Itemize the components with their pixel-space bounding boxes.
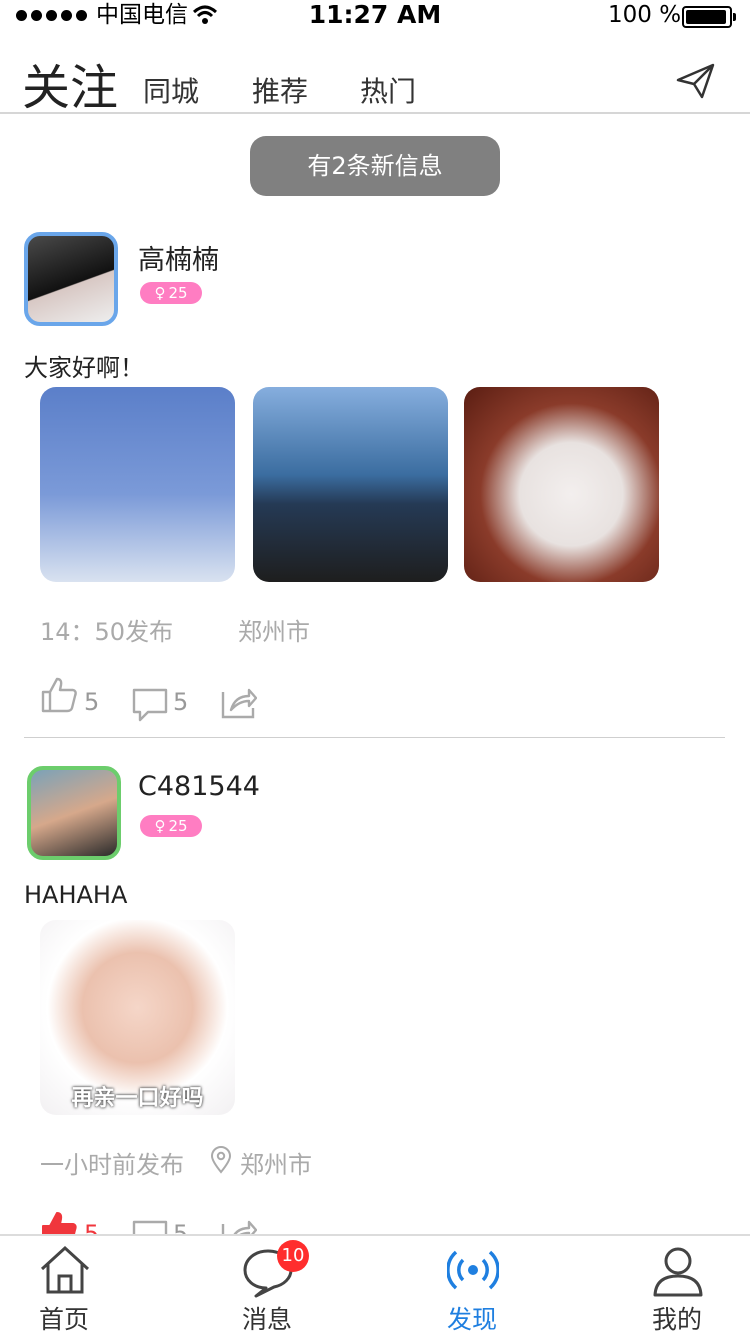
post-location: 郑州市 <box>238 618 310 646</box>
post-time: 14：50发布 <box>40 618 174 646</box>
send-icon[interactable] <box>676 62 716 100</box>
battery-percent: 100 % <box>608 2 682 28</box>
user-icon <box>653 1247 703 1297</box>
post-username[interactable]: 高楠楠 <box>138 238 219 277</box>
nav-profile[interactable]: 我的 <box>607 1236 747 1336</box>
comment-count: 5 <box>173 688 189 716</box>
female-icon: ♀ <box>154 284 166 302</box>
badge-age: 25 <box>168 284 188 302</box>
tab-popular[interactable]: 热门 <box>360 70 416 110</box>
tab-recommended[interactable]: 推荐 <box>252 70 308 110</box>
nav-discover[interactable]: 发现 <box>402 1236 542 1336</box>
comment-icon[interactable] <box>132 688 168 722</box>
location-pin-icon <box>210 1146 232 1174</box>
nav-messages[interactable]: 10 消息 <box>197 1236 337 1336</box>
broadcast-icon <box>447 1250 499 1290</box>
nav-home[interactable]: 首页 <box>0 1236 134 1336</box>
post-photo[interactable] <box>464 387 659 582</box>
post-username[interactable]: C481544 <box>138 771 260 802</box>
nav-discover-label: 发现 <box>446 1305 497 1334</box>
status-bar: 中国电信 11:27 AM 100 % <box>0 0 750 30</box>
header-divider <box>0 112 750 114</box>
gender-age-badge: ♀ 25 <box>140 282 202 304</box>
home-icon <box>40 1245 90 1294</box>
like-icon[interactable] <box>40 676 78 714</box>
post-content: 大家好啊！ <box>24 354 144 382</box>
post-time: 一小时前发布 <box>40 1151 184 1179</box>
avatar[interactable] <box>24 232 118 326</box>
unread-badge: 10 <box>277 1240 309 1272</box>
gender-age-badge: ♀ 25 <box>140 815 202 837</box>
post-photo[interactable] <box>253 387 448 582</box>
post-divider <box>24 737 725 738</box>
post-photo[interactable] <box>40 387 235 582</box>
badge-age: 25 <box>168 817 188 835</box>
like-count: 5 <box>84 688 100 716</box>
new-info-button[interactable]: 有2条新信息 <box>250 136 500 196</box>
photo-caption: 再亲一口好吗 <box>71 1086 204 1111</box>
nav-home-label: 首页 <box>38 1305 89 1334</box>
tab-following[interactable]: 关注 <box>22 48 118 118</box>
nav-messages-label: 消息 <box>241 1305 292 1334</box>
post-location: 郑州市 <box>240 1151 312 1179</box>
nav-profile-label: 我的 <box>651 1305 702 1334</box>
tab-local[interactable]: 同城 <box>143 70 199 110</box>
avatar[interactable] <box>27 766 121 860</box>
bottom-nav: 首页 10 消息 发现 我的 <box>0 1234 750 1334</box>
battery-icon <box>682 6 736 28</box>
post-content: HAHAHA <box>24 881 128 909</box>
female-icon: ♀ <box>154 817 166 835</box>
share-icon[interactable] <box>221 684 257 720</box>
post-photo[interactable]: 再亲一口好吗 <box>40 920 235 1115</box>
